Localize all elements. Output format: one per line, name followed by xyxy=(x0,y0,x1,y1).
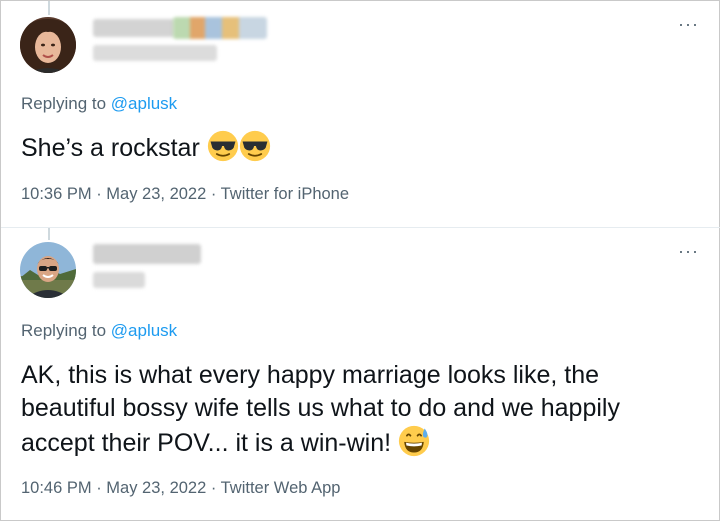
thread-line xyxy=(48,228,50,240)
tweet-text: She’s a rockstar xyxy=(21,130,691,165)
display-name-emoji-redacted xyxy=(173,17,267,39)
grinning-sweat-emoji-icon xyxy=(398,425,430,457)
display-name-redacted[interactable] xyxy=(93,244,201,264)
replying-handle-link[interactable]: @aplusk xyxy=(111,94,177,113)
tweet-timestamp[interactable]: 10:46 PM · May 23, 2022 · Twitter Web Ap… xyxy=(21,479,340,498)
replying-label: Replying to xyxy=(21,321,111,340)
replying-to: Replying to @aplusk xyxy=(21,321,177,341)
thread-line xyxy=(48,1,50,15)
more-options-icon[interactable]: ··· xyxy=(678,15,699,33)
display-name-redacted[interactable] xyxy=(93,19,175,37)
sunglasses-emoji-icon xyxy=(239,130,270,162)
avatar[interactable] xyxy=(20,242,76,298)
avatar[interactable] xyxy=(20,17,76,73)
tweet[interactable]: ··· Replying to @aplusk She’s a rockstar… xyxy=(1,1,720,227)
tweet-text: AK, this is what every happy marriage lo… xyxy=(21,359,691,460)
tweet[interactable]: ··· Replying to @aplusk AK, this is what… xyxy=(1,228,720,522)
tweet-text-content: AK, this is what every happy marriage lo… xyxy=(21,361,620,457)
tweet-timestamp[interactable]: 10:36 PM · May 23, 2022 · Twitter for iP… xyxy=(21,185,349,204)
tweet-text-content: She’s a rockstar xyxy=(21,134,200,162)
replying-handle-link[interactable]: @aplusk xyxy=(111,321,177,340)
user-handle-redacted[interactable] xyxy=(93,272,145,288)
user-handle-redacted[interactable] xyxy=(93,45,217,61)
replying-label: Replying to xyxy=(21,94,111,113)
tweet-thread: ··· Replying to @aplusk She’s a rockstar… xyxy=(0,0,720,521)
replying-to: Replying to @aplusk xyxy=(21,94,177,114)
sunglasses-emoji-icon xyxy=(207,130,238,162)
more-options-icon[interactable]: ··· xyxy=(678,242,699,260)
